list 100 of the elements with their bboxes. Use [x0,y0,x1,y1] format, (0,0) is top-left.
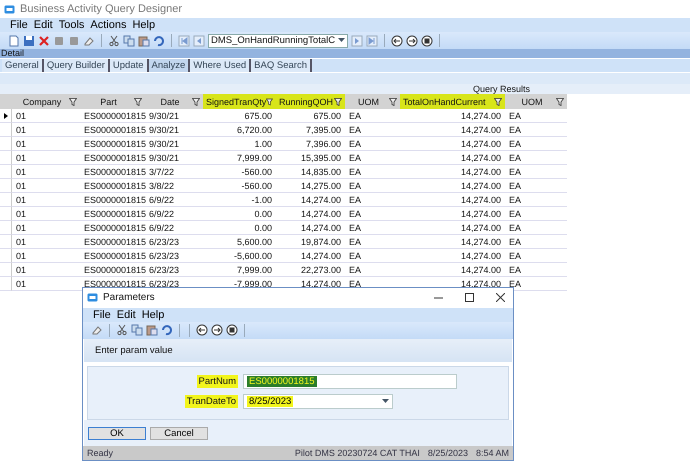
table-cell: 01 [12,193,80,207]
table-cell: ES0000001815 [80,151,145,165]
table-cell: 01 [12,123,80,137]
table-cell: ES0000001815 [80,263,145,277]
filter-icon[interactable] [192,98,200,106]
dialog-button[interactable]: OK [88,426,146,440]
table-cell: 01 [12,277,80,291]
copy-icon[interactable] [131,324,143,336]
menu-item[interactable]: Edit [34,19,53,31]
undo-icon[interactable] [153,34,165,46]
table-cell: EA [345,165,400,179]
dropdown-arrow-icon[interactable] [382,398,389,404]
menu-item[interactable]: Tools [58,19,84,31]
table-cell: 01 [12,137,80,151]
menu-item[interactable]: File [93,308,111,321]
next-icon[interactable] [351,34,363,46]
menu-item[interactable]: Help [132,19,156,31]
table-cell: 6/23/23 [145,263,203,277]
column-header[interactable]: Date [145,94,203,109]
table-cell: 14,274.00 [400,263,505,277]
toolbar-icon[interactable] [68,34,80,46]
table-cell: 9/30/21 [145,123,203,137]
column-header[interactable]: Part [80,94,145,109]
tab[interactable]: General [2,59,44,72]
delete-icon[interactable] [38,34,50,46]
column-header[interactable]: TotalOnHandCurrent [400,94,505,109]
column-header[interactable]: SignedTranQty [203,94,276,109]
forward-icon[interactable] [406,34,418,46]
previous-icon[interactable] [193,34,205,46]
section-title: Detail [0,49,690,58]
table-cell: 01 [12,207,80,221]
paste-icon[interactable] [146,324,158,336]
table-cell: 675.00 [203,109,276,123]
eraser-icon[interactable] [91,324,103,336]
date-dropdown[interactable]: 8/25/2023 [243,394,393,409]
row-indicator[interactable] [0,109,12,123]
menu-item[interactable]: Edit [116,308,136,321]
table-cell: 15,395.00 [276,151,345,165]
table-cell: 9/30/21 [145,109,203,123]
undo-icon[interactable] [161,324,173,336]
filter-icon[interactable] [556,98,564,106]
tab[interactable]: Where Used [190,59,252,72]
table-cell: 1.00 [203,137,276,151]
tab[interactable]: Query Builder [44,59,110,72]
paste-icon[interactable] [138,34,150,46]
cut-icon[interactable] [108,34,120,46]
column-header[interactable]: Company [12,94,80,109]
back-icon[interactable] [196,324,208,336]
column-header[interactable]: RunningQOH [276,94,345,109]
table-cell: 14,274.00 [400,137,505,151]
tab[interactable]: Analyze [148,59,190,72]
filter-icon[interactable] [334,98,342,106]
menu-item[interactable]: Help [142,308,164,321]
table-cell: 7,999.00 [203,151,276,165]
table-cell: 14,274.00 [276,207,345,221]
menu-item[interactable]: Actions [90,19,126,31]
forward-icon[interactable] [211,324,223,336]
column-header[interactable]: UOM [505,94,567,109]
dropdown-arrow-icon[interactable] [338,38,345,43]
status-message: Ready [87,448,114,458]
close-icon[interactable] [496,293,505,302]
table-cell: 7,396.00 [276,137,345,151]
eraser-icon[interactable] [83,34,95,46]
menu-item[interactable]: File [10,19,28,31]
table-cell: ES0000001815 [80,193,145,207]
table-cell: 01 [12,109,80,123]
table-cell: 14,274.00 [400,179,505,193]
table-cell: EA [505,263,567,277]
save-icon[interactable] [23,34,35,46]
header-corner [0,94,12,109]
dialog-button[interactable]: Cancel [150,426,208,440]
toolbar-icon[interactable] [53,34,65,46]
column-header[interactable]: UOM [345,94,400,109]
tab[interactable]: BAQ Search [251,59,312,72]
table-cell: EA [505,165,567,179]
table-cell: ES0000001815 [80,207,145,221]
table-cell: 9/30/21 [145,137,203,151]
field-label: PartNum [196,375,238,388]
stop-icon[interactable] [421,34,433,46]
filter-icon[interactable] [134,98,142,106]
maximize-icon[interactable] [465,293,474,302]
filter-icon[interactable] [389,98,397,106]
first-record-icon[interactable] [178,34,190,46]
table-cell: 19,874.00 [276,235,345,249]
last-record-icon[interactable] [366,34,378,46]
back-icon[interactable] [391,34,403,46]
input-field[interactable]: ES0000001815 [243,374,457,389]
tab[interactable]: Update [110,59,149,72]
query-combo[interactable]: DMS_OnHandRunningTotalC [208,34,348,48]
filter-icon[interactable] [494,98,502,106]
table-cell: 14,274.00 [400,165,505,179]
stop-icon[interactable] [226,324,238,336]
cut-icon[interactable] [116,324,128,336]
filter-icon[interactable] [69,98,77,106]
filter-icon[interactable] [266,98,273,106]
new-page-icon[interactable] [8,34,20,46]
table-cell: 14,835.00 [276,165,345,179]
copy-icon[interactable] [123,34,135,46]
table-cell: 14,274.00 [400,193,505,207]
table-cell: 14,274.00 [400,151,505,165]
